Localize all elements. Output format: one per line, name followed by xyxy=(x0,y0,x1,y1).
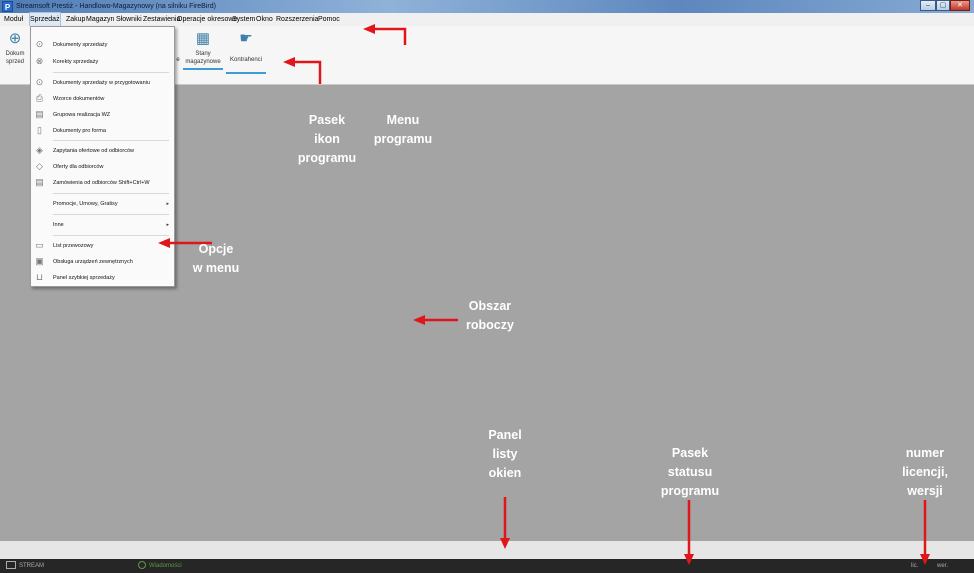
chevron-right-icon: ▸ xyxy=(166,222,169,228)
menu-option-label: Dokumenty sprzedaży w przygotowaniu xyxy=(53,80,150,86)
window-controls: – ▢ ✕ xyxy=(920,0,970,12)
template-icon: ⎙ xyxy=(35,93,44,103)
waybill-icon: ▭ xyxy=(35,240,44,250)
menu-option-label: Wzorce dokumentów xyxy=(53,96,105,102)
menu-rozszerzenia[interactable]: Rozszerzenia xyxy=(276,13,318,26)
status-messages[interactable]: Wiadomości xyxy=(138,559,182,573)
close-button[interactable]: ✕ xyxy=(950,0,970,11)
group-icon: ▤ xyxy=(35,109,44,119)
maximize-button[interactable]: ▢ xyxy=(936,0,950,11)
menu-option-label: List przewozowy xyxy=(53,243,94,249)
ribbon-underline xyxy=(183,68,223,70)
menu-option[interactable]: ⊗ Korekty sprzedaży xyxy=(31,54,174,70)
inquiry-icon: ◈ xyxy=(36,145,43,155)
cart-icon: ⊔ xyxy=(35,272,44,282)
menu-option-label: Zapytania ofertowe od odbiorców xyxy=(53,148,135,154)
menu-option-label: Panel szybkiej sprzedaży xyxy=(53,275,115,281)
ribbon-contractors[interactable]: ☛ Kontrahenci xyxy=(226,26,266,74)
menu-option-label: Dokumenty sprzedaży xyxy=(53,42,108,48)
ribbon-label: sprzed xyxy=(5,59,24,65)
menu-system[interactable]: System xyxy=(232,13,255,26)
menu-option-label: Oferty dla odbiorców xyxy=(53,164,104,170)
annotation-license: numer licencji, wersji xyxy=(902,446,948,498)
menu-option[interactable]: ▤ Zamówienia od odbiorców Shift+Ctrl+W xyxy=(31,175,174,191)
menu-option[interactable]: ⊙ Dokumenty sprzedaży w przygotowaniu xyxy=(31,75,174,91)
status-version: wer. xyxy=(937,563,949,569)
offer-icon: ◇ xyxy=(36,161,43,171)
status-bar: STREAM Wiadomości lic. wer. xyxy=(0,559,974,573)
title-bar: P Streamsoft Prestiż - Handlowo-Magazyno… xyxy=(0,0,974,13)
menu-option[interactable]: ◈ Zapytania ofertowe od odbiorców xyxy=(31,143,174,159)
menu-option-label: Korekty sprzedaży xyxy=(53,59,99,65)
ribbon-label: Stany xyxy=(195,51,211,57)
submenu-other[interactable]: Inne ▸ xyxy=(31,217,174,233)
menu-option-label: Promocje, Umowy, Gratisy xyxy=(53,201,118,207)
menu-separator xyxy=(53,140,169,141)
menu-option[interactable]: ▤ Grupowa realizacja WZ xyxy=(31,107,174,123)
menu-separator xyxy=(53,193,169,194)
document-icon: ⊕ xyxy=(8,30,22,47)
annotation-icons-bar: Pasek ikon programu xyxy=(297,113,357,165)
minimize-button[interactable]: – xyxy=(920,0,936,11)
menu-option[interactable]: ▯ Dokumenty pro forma xyxy=(31,123,174,139)
annotation-window-list: Panel listy okien xyxy=(488,428,522,480)
ribbon-label: Dokum xyxy=(5,51,25,57)
annotation-options: Opcje w menu xyxy=(192,242,240,275)
status-messages-text: Wiadomości xyxy=(149,563,182,569)
menu-option[interactable]: ◇ Oferty dla odbiorców xyxy=(31,159,174,175)
menu-option[interactable]: ⊙ Dokumenty sprzedaży xyxy=(31,37,174,53)
ribbon-label: Kontrahenci xyxy=(229,57,263,63)
window-title: Streamsoft Prestiż - Handlowo-Magazynowy… xyxy=(16,3,216,10)
menu-magazyn[interactable]: Magazyn xyxy=(86,13,114,26)
submenu-promotions[interactable]: Promocje, Umowy, Gratisy ▸ xyxy=(31,196,174,212)
menu-pomoc[interactable]: Pomoc xyxy=(318,13,340,26)
ribbon-stock-levels[interactable]: ▦ Stany magazynowe xyxy=(183,26,223,70)
menu-operacje-okresowe[interactable]: Operacje okresowe xyxy=(177,13,237,26)
menu-option-label: Zamówienia od odbiorców Shift+Ctrl+W xyxy=(53,180,150,186)
status-brand-text: STREAM xyxy=(19,563,45,569)
proforma-icon: ▯ xyxy=(37,125,42,135)
order-icon: ▤ xyxy=(35,177,44,187)
ribbon-label: magazynowe xyxy=(185,59,221,65)
ribbon-partial-label: e xyxy=(176,57,180,63)
menu-option[interactable]: ⎙ Wzorce dokumentów xyxy=(31,91,174,107)
chevron-right-icon: ▸ xyxy=(166,201,169,207)
draft-doc-icon: ⊙ xyxy=(35,77,44,87)
menu-option-label: Grupowa realizacja WZ xyxy=(53,112,111,118)
menu-zakup[interactable]: Zakup xyxy=(66,13,85,26)
annotation-menu: Menu programu xyxy=(373,113,433,146)
menu-modul[interactable]: Moduł xyxy=(4,13,23,26)
menu-slowniki[interactable]: Słowniki xyxy=(116,13,142,26)
correction-icon: ⊗ xyxy=(35,56,44,66)
menu-option[interactable]: ▣ Obsługa urządzeń zewnętrznych xyxy=(31,254,174,270)
status-license: lic. xyxy=(911,563,919,569)
sales-doc-icon: ⊙ xyxy=(35,39,44,49)
menu-option-label: Inne xyxy=(53,222,64,228)
menu-separator xyxy=(53,235,169,236)
ribbon-sales-documents[interactable]: ⊕ Dokum sprzed xyxy=(4,26,26,66)
menu-sprzedaz[interactable]: Sprzedaż xyxy=(29,12,61,27)
handshake-icon: ☛ xyxy=(239,30,253,47)
annotation-workspace: Obszar roboczy xyxy=(466,299,514,332)
stock-icon: ▦ xyxy=(195,30,211,47)
annotation-status-bar: Pasek statusu programu xyxy=(660,446,720,498)
menu-bar: Moduł Sprzedaż Zakup Magazyn Słowniki Ze… xyxy=(0,12,974,27)
menu-option[interactable]: ▭ List przewozowy xyxy=(31,238,174,254)
menu-option-label: Obsługa urządzeń zewnętrznych xyxy=(53,259,133,265)
messages-icon xyxy=(138,561,146,570)
menu-option-label: Dokumenty pro forma xyxy=(53,128,106,134)
sales-dropdown-menu: ⊙ Dokumenty sprzedaży ⊗ Korekty sprzedaży … xyxy=(30,26,175,287)
menu-okno[interactable]: Okno xyxy=(256,13,273,26)
app-icon: P xyxy=(2,1,13,12)
menu-separator xyxy=(53,214,169,215)
menu-zestawienia[interactable]: Zestawienia xyxy=(143,13,180,26)
ribbon-underline xyxy=(226,72,266,74)
status-brand: STREAM xyxy=(6,559,44,573)
menu-separator xyxy=(53,72,169,73)
menu-option[interactable]: ⊔ Panel szybkiej sprzedaży xyxy=(31,270,174,286)
device-icon: ▣ xyxy=(35,256,44,266)
home-icon xyxy=(6,561,16,570)
window-list-panel[interactable] xyxy=(0,541,974,559)
